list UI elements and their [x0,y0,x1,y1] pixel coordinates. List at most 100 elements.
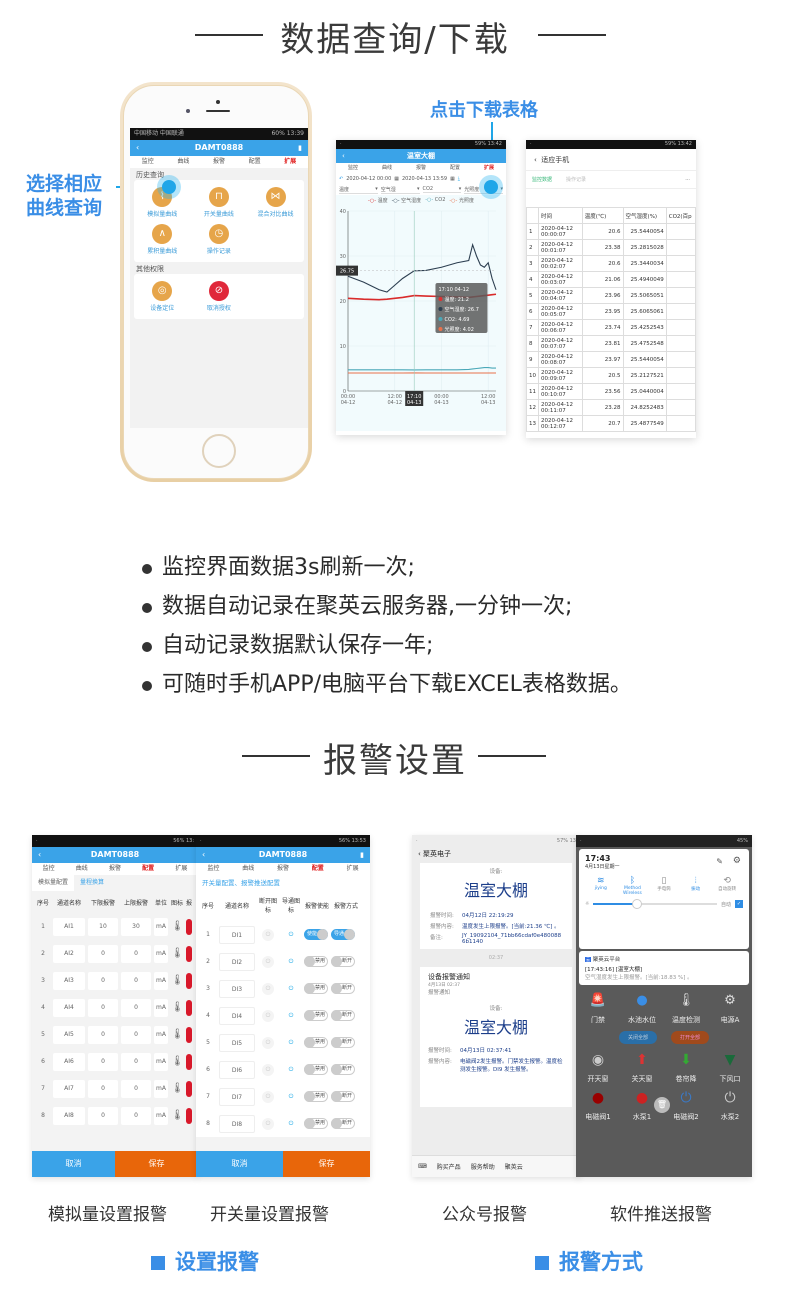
alarm-enable-toggle[interactable]: 禁用 [304,1064,328,1075]
alarm-mode-toggle[interactable]: 断开 [331,1064,355,1075]
alarm-mode-toggle[interactable]: 导通 [331,929,355,940]
alarm-enable-toggle[interactable]: 禁用 [304,956,328,967]
unit-input[interactable]: mA [154,1052,168,1071]
unit-input[interactable]: mA [154,944,168,963]
thermometer-icon[interactable]: 🌡 [171,1002,184,1013]
channel-name-input[interactable]: DI6 [219,1060,255,1079]
alarm-enable-toggle[interactable]: 禁用 [304,1118,328,1129]
low-limit-input[interactable]: 0 [88,998,118,1017]
end-time-input[interactable]: 2020-04-13 13:59 [402,176,447,182]
alarm-enable-toggle[interactable]: 禁用 [304,983,328,994]
thermometer-icon[interactable]: 🌡 [171,1083,184,1094]
trash-icon[interactable]: 🗑 [654,1097,670,1113]
control-item[interactable]: ⏻ 电磁阀2 [664,1088,708,1126]
cancel-button[interactable]: 取消 [196,1151,283,1177]
download-icon[interactable]: ⤓ [458,176,460,182]
power-on-icon[interactable]: ⏻ [285,1010,297,1022]
power-on-icon[interactable]: ⏻ [285,1091,297,1103]
high-limit-input[interactable]: 0 [121,944,151,963]
channel-name-input[interactable]: AI7 [53,1079,85,1098]
channel-name-input[interactable]: AI6 [53,1052,85,1071]
alarm-mode-toggle[interactable]: 断开 [331,1118,355,1129]
low-limit-input[interactable]: 0 [88,1079,118,1098]
back-icon[interactable]: ‹ [136,140,139,156]
tile-cancel-auth[interactable]: ⊘ 取消授权 [191,278,248,315]
quick-toggle[interactable]: ▯ 手电筒 [648,876,680,896]
tab-curve[interactable]: 曲线 [177,156,189,168]
tab-config[interactable]: 配置 [249,156,261,168]
channel-name-input[interactable]: AI1 [53,917,85,936]
more-icon[interactable]: ··· [685,171,690,188]
save-button[interactable]: 保存 [115,1151,198,1177]
thermometer-icon[interactable]: 🌡 [171,1110,184,1121]
device-item[interactable]: 🌡 温度检测 [664,991,708,1029]
tab-curve[interactable]: 曲线 [76,863,88,875]
alarm-mode-toggle[interactable]: 断开 [331,956,355,967]
tab-monitor[interactable]: 监控 [142,156,154,168]
tile-device-location[interactable]: ◎ 设备定位 [134,278,191,315]
thermometer-icon[interactable]: 🌡 [171,1056,184,1067]
select-series-1[interactable]: 温度 ▾ [339,186,378,194]
start-time-input[interactable]: 2020-04-12 00:00 [346,176,391,182]
power-on-icon[interactable]: ⏻ [285,1118,297,1130]
power-on-icon[interactable]: ⏻ [285,983,297,995]
thermometer-icon[interactable]: 🌡 [171,975,184,986]
back-icon[interactable]: ‹ [534,156,537,164]
tab-extend[interactable]: 扩展 [175,863,187,875]
tab-curve[interactable]: 曲线 [242,863,254,875]
quick-toggle[interactable]: ⦙ 振动 [680,876,712,896]
alarm-lamp-icon[interactable] [186,1053,192,1070]
low-limit-input[interactable]: 10 [88,917,118,936]
tile-operation-log[interactable]: ◷ 操作记录 [191,221,248,258]
tab-monitor[interactable]: 监控 [348,163,358,173]
edit-icon[interactable]: ✎ [716,857,723,866]
alarm-enable-toggle[interactable]: 使能 [304,929,328,940]
quick-toggle[interactable]: ᛒ Method Wireless [617,876,649,896]
line-chart[interactable]: 01020304000:0004-1212:0004-1200:0004-131… [336,205,506,431]
quick-toggle[interactable]: ≋ jiying [585,876,617,896]
control-item[interactable]: ◉ 开天窗 [576,1050,620,1088]
thermometer-icon[interactable]: 🌡 [171,948,184,959]
push-notification[interactable]: 云 聚英云平台 [17:43:16] [温室大棚] 空气湿度发生上限报警。[当前… [579,951,749,985]
legend-item[interactable]: -○- 光照度 [449,197,474,204]
quick-toggle[interactable]: ⟲ 自动旋转 [711,876,743,896]
calendar-icon[interactable]: ▦ [450,176,455,182]
keyboard-icon[interactable]: ⌨ [418,1163,427,1170]
alarm-mode-toggle[interactable]: 断开 [331,1037,355,1048]
menu-buy[interactable]: 购买产品 [437,1162,461,1171]
tab-curve[interactable]: 曲线 [382,163,392,173]
alarm-lamp-icon[interactable] [186,999,192,1016]
menu-help[interactable]: 服务帮助 [471,1162,495,1171]
tab-extend[interactable]: 扩展 [347,863,359,875]
channel-name-input[interactable]: AI3 [53,971,85,990]
high-limit-input[interactable]: 0 [121,971,151,990]
refresh-icon[interactable]: ↶ [339,176,343,182]
brightness-slider[interactable] [593,899,717,909]
low-limit-input[interactable]: 0 [88,944,118,963]
tab-alarm[interactable]: 报警 [109,863,121,875]
tab-config[interactable]: 配置 [450,163,460,173]
tab-operation-log[interactable]: 操作记录 [566,171,586,188]
control-item[interactable]: ⏻ 水泵2 [708,1088,752,1126]
low-limit-input[interactable]: 0 [88,1106,118,1125]
back-icon[interactable]: ‹ [38,847,41,863]
tile-mixed-curve[interactable]: ⋈ 混合对比曲线 [247,184,304,221]
alarm-mode-toggle[interactable]: 断开 [331,1010,355,1021]
high-limit-input[interactable]: 0 [121,1025,151,1044]
select-series-2[interactable]: 空气湿 ▾ [380,186,420,194]
low-limit-input[interactable]: 0 [88,1025,118,1044]
tab-extend[interactable]: 扩展 [484,163,494,173]
tab-monitor-data[interactable]: 监控数据 [532,171,552,188]
select-series-3[interactable]: CO2 ▾ [422,186,462,193]
alarm-enable-toggle[interactable]: 禁用 [304,1037,328,1048]
power-off-icon[interactable]: ⏻ [262,928,274,941]
calendar-icon[interactable]: ▦ [394,176,399,182]
channel-name-input[interactable]: DI7 [219,1087,255,1106]
power-off-icon[interactable]: ⏻ [262,982,274,995]
alarm-enable-toggle[interactable]: 禁用 [304,1010,328,1021]
power-on-icon[interactable]: ⏻ [285,1037,297,1049]
high-limit-input[interactable]: 30 [121,917,151,936]
alarm-card-1[interactable]: 设备: 温室大棚 报警时间: 04月12日 22:19:29 报警内容: 温度发生上… [420,863,572,949]
alarm-enable-toggle[interactable]: 禁用 [304,1091,328,1102]
control-item[interactable]: ▼ 下风口 [708,1050,752,1088]
